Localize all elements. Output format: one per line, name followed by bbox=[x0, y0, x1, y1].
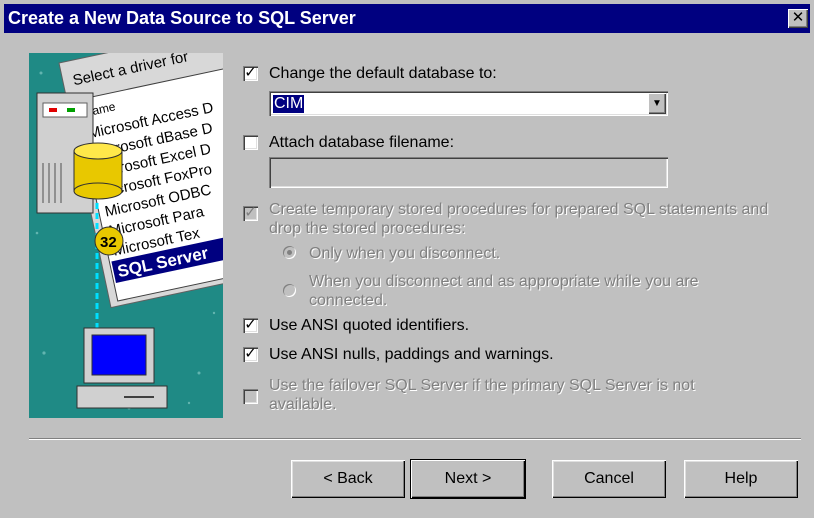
close-button[interactable]: ✕ bbox=[788, 9, 808, 28]
radio-appropriate-label[interactable]: When you disconnect and as appropriate w… bbox=[309, 272, 739, 310]
illustration-graphic: Select a driver for Name Microsoft Acces… bbox=[29, 53, 223, 418]
next-button[interactable]: Next > bbox=[411, 460, 525, 498]
failover-checkbox[interactable] bbox=[243, 389, 258, 404]
ansi-quoted-checkbox[interactable]: ✓ bbox=[243, 316, 258, 333]
ansi-quoted-label[interactable]: Use ANSI quoted identifiers. bbox=[269, 316, 469, 335]
attach-db-label[interactable]: Attach database filename: bbox=[269, 133, 454, 152]
badge-32-text: 32 bbox=[100, 234, 117, 251]
radio-appropriate[interactable] bbox=[283, 284, 296, 297]
separator bbox=[29, 438, 801, 440]
database-combo-value: CIM bbox=[273, 95, 305, 113]
close-icon: ✕ bbox=[791, 9, 805, 26]
ansi-nulls-label[interactable]: Use ANSI nulls, paddings and warnings. bbox=[269, 345, 554, 364]
temp-procs-checkbox[interactable]: ✓ bbox=[243, 204, 258, 221]
dialog-title: Create a New Data Source to SQL Server bbox=[8, 8, 356, 28]
failover-label[interactable]: Use the failover SQL Server if the prima… bbox=[269, 376, 749, 414]
temp-procs-label[interactable]: Create temporary stored procedures for p… bbox=[269, 200, 769, 238]
change-default-db-label[interactable]: Change the default database to: bbox=[269, 64, 497, 83]
dialog-window: Create a New Data Source to SQL Server ✕… bbox=[0, 0, 814, 518]
help-button[interactable]: Help bbox=[684, 460, 798, 498]
database-combo[interactable]: CIM ▼ bbox=[269, 91, 668, 116]
back-button[interactable]: < Back bbox=[291, 460, 405, 498]
combo-dropdown-button[interactable]: ▼ bbox=[648, 93, 666, 114]
computer-icon bbox=[76, 327, 168, 409]
change-default-db-checkbox[interactable]: ✓ bbox=[243, 64, 258, 81]
database-cylinder-icon bbox=[73, 142, 123, 200]
attach-filename-input[interactable] bbox=[269, 157, 668, 188]
cancel-button[interactable]: Cancel bbox=[552, 460, 666, 498]
chevron-down-icon: ▼ bbox=[652, 98, 662, 109]
ansi-nulls-checkbox[interactable]: ✓ bbox=[243, 345, 258, 362]
title-bar[interactable]: Create a New Data Source to SQL Server ✕ bbox=[4, 4, 810, 33]
radio-only-disconnect[interactable] bbox=[283, 246, 296, 259]
wizard-illustration: Select a driver for Name Microsoft Acces… bbox=[29, 53, 223, 418]
badge-32-icon: 32 bbox=[94, 226, 124, 256]
attach-db-checkbox[interactable] bbox=[243, 135, 258, 150]
radio-only-disconnect-label[interactable]: Only when you disconnect. bbox=[309, 244, 500, 263]
